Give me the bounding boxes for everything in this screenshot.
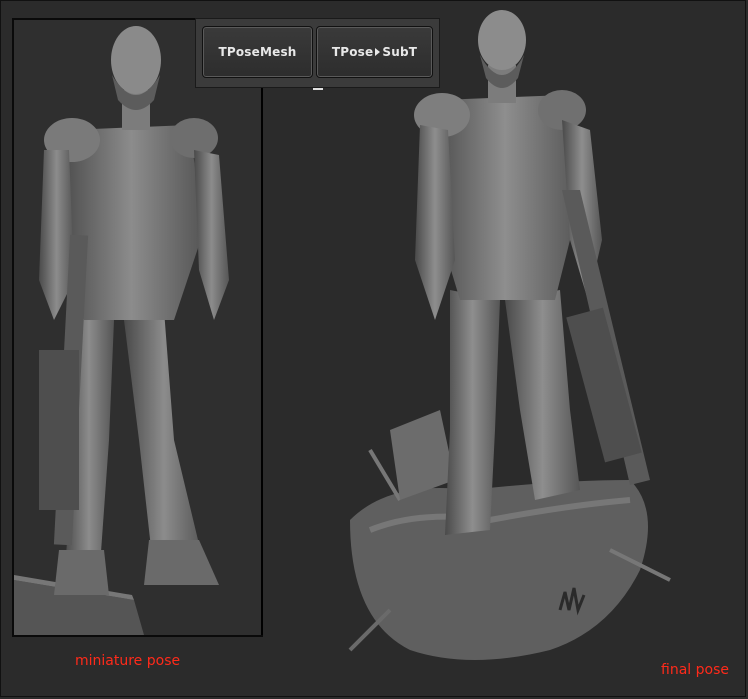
- tpose-mesh-label: TPoseMesh: [218, 45, 297, 59]
- cursor-icon: [313, 83, 323, 90]
- tpose-subtool-label: TPose SubT: [317, 45, 432, 59]
- final-pose-model: [348, 10, 671, 660]
- tpose-mesh-button[interactable]: TPoseMesh: [202, 26, 313, 78]
- caption-miniature-pose: miniature pose: [75, 653, 181, 669]
- viewport-border: [261, 20, 263, 635]
- tpose-subtool-button[interactable]: TPose SubT: [316, 26, 433, 78]
- tpose-subtool-label-part1: TPose: [331, 45, 374, 59]
- caption-final-pose: final pose: [661, 662, 729, 678]
- miniature-pose-model: [14, 26, 229, 635]
- tpose-subtool-label-part2: SubT: [382, 45, 418, 59]
- tpose-toolbar: TPoseMesh TPose SubT: [195, 18, 440, 88]
- right-triangle-icon: [375, 48, 381, 56]
